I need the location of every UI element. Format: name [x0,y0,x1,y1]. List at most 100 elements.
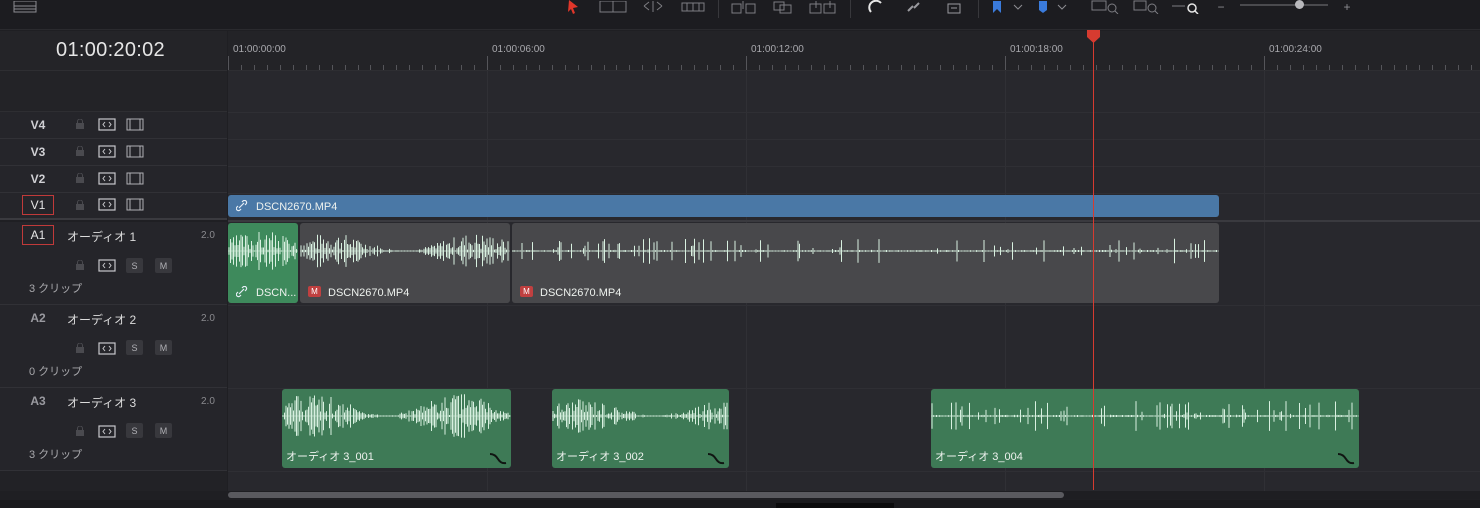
audio-clip-a3-3[interactable]: オーディオ 3_004 [931,389,1359,468]
ruler-tick [1251,65,1252,70]
zoom-in-icon[interactable]: + [1340,0,1354,14]
dynamic-trim-icon[interactable] [640,0,666,14]
ruler-tick [992,65,993,70]
toolbar-divider [718,0,719,18]
solo-button[interactable]: S [126,423,143,438]
timecode-display[interactable]: 01:00:20:02 [56,39,165,62]
ruler-tick [228,56,229,70]
track-header-a2: A2 オーディオ 2 2.0 S M 0 クリップ [0,305,227,388]
panel-layout-icon[interactable] [12,0,38,14]
ruler-tick [733,65,734,70]
track-name[interactable]: オーディオ 2 [67,311,136,328]
video-clip-v1[interactable]: DSCN2670.MP4 [228,195,1219,217]
blade-icon[interactable] [680,0,706,14]
audio-clip-a3-2[interactable]: オーディオ 3_002 [552,389,729,468]
solo-button[interactable]: S [126,340,143,355]
zoom-out-icon[interactable]: − [1214,0,1228,14]
chevron-down-icon[interactable] [1012,0,1024,14]
mute-badge: M [308,286,321,297]
overwrite-clip-icon[interactable] [772,0,794,14]
track-name[interactable]: オーディオ 1 [67,228,136,245]
ruler-tick [1225,65,1226,70]
chevron-down-icon[interactable] [1056,0,1068,14]
lock-icon[interactable] [75,426,85,436]
waveform [931,401,1359,431]
ruler-tick [474,65,475,70]
auto-select-icon[interactable] [98,259,116,272]
horizontal-scrollbar-thumb[interactable] [228,492,1064,498]
playhead-handle-icon[interactable] [1087,30,1100,44]
timeline-ruler[interactable]: 01:00:00:00 01:00:06:00 01:00:12:00 01:0… [228,31,1480,71]
replace-clip-icon[interactable] [808,0,838,14]
audio-clip-a1-2[interactable]: M DSCN2670.MP4 [300,223,510,303]
track-label[interactable]: A1 [22,225,54,245]
auto-select-icon[interactable] [98,118,116,131]
ruler-tick [435,65,436,70]
audio-clip-a1-linked[interactable]: DSCN... [228,223,298,303]
track-label[interactable]: A2 [22,308,54,328]
auto-select-icon[interactable] [98,198,116,211]
ruler-tick [1005,56,1006,70]
ruler-tick [1368,65,1369,70]
fade-curve-icon [1337,453,1355,465]
auto-select-icon[interactable] [98,145,116,158]
track-enable-icon[interactable] [126,145,144,158]
snapping-icon[interactable] [866,0,886,14]
track-enable-icon[interactable] [126,198,144,211]
track-label[interactable]: A3 [22,391,54,411]
track-enable-icon[interactable] [126,172,144,185]
track-header-v2: V2 [0,166,227,193]
lock-icon[interactable] [75,146,85,156]
mute-button[interactable]: M [155,258,172,273]
marker-icon[interactable] [1036,0,1050,14]
ruler-tick [396,65,397,70]
zoom-slider[interactable] [1240,4,1328,6]
ruler-tick [1031,65,1032,70]
flag-icon[interactable] [990,0,1004,14]
linked-selection-icon[interactable] [904,0,924,14]
ruler-tick [668,65,669,70]
insert-clip-icon[interactable] [730,0,758,14]
solo-button[interactable]: S [126,258,143,273]
track-enable-icon[interactable] [126,118,144,131]
ruler-tick [914,65,915,70]
ruler-tick [616,65,617,70]
selection-pointer-icon[interactable] [565,0,581,14]
track-label[interactable]: V4 [22,115,54,135]
track-divider [228,471,1480,472]
lock-icon[interactable] [75,119,85,129]
ruler-tick [513,65,514,70]
track-label[interactable]: V3 [22,142,54,162]
auto-select-icon[interactable] [98,342,116,355]
lock-icon[interactable] [75,343,85,353]
auto-select-icon[interactable] [98,425,116,438]
track-header-a1: A1 オーディオ 1 2.0 S M 3 クリップ [0,222,227,305]
ruler-tick [1290,65,1291,70]
zoom-full-icon[interactable] [1090,0,1120,14]
audio-clip-a1-3[interactable]: M DSCN2670.MP4 [512,223,1219,303]
auto-select-icon[interactable] [98,172,116,185]
audio-clip-a3-1[interactable]: オーディオ 3_001 [282,389,511,468]
track-label[interactable]: V1 [22,195,54,215]
track-label[interactable]: V2 [22,169,54,189]
ruler-tick [280,65,281,70]
zoom-slider-knob[interactable] [1295,0,1305,9]
ruler-tick [565,65,566,70]
track-divider [228,305,1480,306]
zoom-detail-icon[interactable] [1132,0,1160,14]
position-lock-icon[interactable] [944,0,964,14]
ruler-tick [1329,65,1330,70]
timeline-tracks-area[interactable]: DSCN2670.MP4 DSCN... M DSCN2670.MP4 M DS… [228,71,1480,491]
playhead-line[interactable] [1093,34,1094,490]
ruler-tick [1238,65,1239,70]
ruler-tick [526,65,527,70]
track-name[interactable]: オーディオ 3 [67,394,136,411]
trim-edit-icon[interactable] [598,0,628,14]
lock-icon[interactable] [75,200,85,210]
ruler-tick [422,65,423,70]
mute-button[interactable]: M [155,340,172,355]
zoom-custom-icon[interactable] [1170,0,1200,14]
lock-icon[interactable] [75,260,85,270]
lock-icon[interactable] [75,173,85,183]
mute-button[interactable]: M [155,423,172,438]
